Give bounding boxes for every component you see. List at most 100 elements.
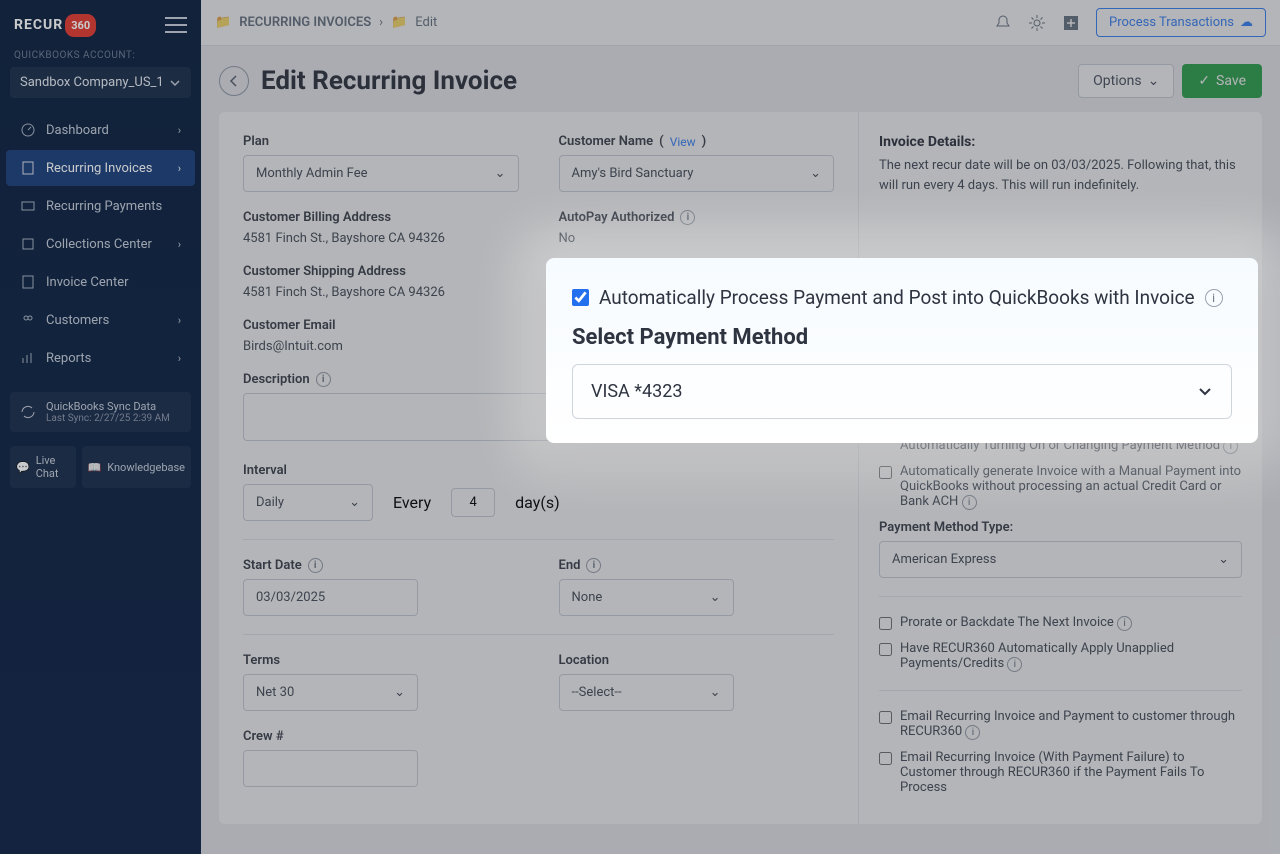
payment-method-select[interactable]: VISA *4323 [572,364,1232,419]
sidebar-item-label: Collections Center [46,237,152,252]
start-date-input[interactable]: 03/03/2025 [243,579,418,616]
options-label: Options [1093,73,1141,89]
plan-select[interactable]: Monthly Admin Fee⌄ [243,155,519,192]
users-icon [20,312,36,328]
chevron-right-icon: › [178,124,181,137]
page-header: Edit Recurring Invoice Options⌄ ✓Save [201,46,1280,112]
interval-value: Daily [256,495,284,510]
chevron-down-icon: ⌄ [1218,552,1229,567]
chevron-down-icon: ⌄ [394,685,405,700]
logo-text: RECUR [14,17,63,33]
customer-label: Customer Name (View) [559,134,835,149]
sidebar-item-dashboard[interactable]: Dashboard › [6,112,195,148]
live-chat-button[interactable]: 💬Live Chat [10,446,76,488]
save-label: Save [1216,73,1246,89]
qb-account-select[interactable]: Sandbox Company_US_1 [10,67,191,98]
sidebar-item-recurring-invoices[interactable]: Recurring Invoices › [6,150,195,186]
end-select[interactable]: None⌄ [559,579,734,616]
sidebar: RECUR 360 QUICKBOOKS ACCOUNT: Sandbox Co… [0,0,201,854]
checkbox-email-invoice[interactable]: Email Recurring Invoice and Payment to c… [879,709,1242,740]
interval-select[interactable]: Daily⌄ [243,484,373,521]
breadcrumb-root[interactable]: RECURRING INVOICES [239,15,371,30]
checkbox-label: Email Recurring Invoice (With Payment Fa… [900,750,1242,795]
collections-icon [20,236,36,252]
interval-number-input[interactable] [451,488,495,517]
info-icon[interactable]: i [308,558,323,573]
sidebar-item-customers[interactable]: Customers › [6,302,195,338]
checkbox-input[interactable] [879,752,892,765]
logo-badge: 360 [65,14,96,37]
sidebar-item-label: Dashboard [46,123,109,138]
every-label: Every [393,493,431,512]
autopay-label: AutoPay Authorizedi [559,210,835,225]
info-icon[interactable]: i [1205,289,1223,307]
crew-label: Crew # [243,729,834,744]
qb-account-label: QUICKBOOKS ACCOUNT: [0,50,201,61]
sidebar-item-collections-center[interactable]: Collections Center › [6,226,195,262]
logo: RECUR 360 [14,14,96,37]
info-icon[interactable]: i [680,210,695,225]
customer-view-link[interactable]: View [670,135,696,149]
info-icon[interactable]: i [1007,657,1022,672]
card-icon [20,198,36,214]
end-label: Endi [559,558,835,573]
location-label: Location [559,653,835,668]
plan-value: Monthly Admin Fee [256,166,368,181]
billing-label: Customer Billing Address [243,210,519,225]
checkbox-label: Prorate or Backdate The Next Invoice [900,615,1114,630]
crew-input[interactable] [243,750,418,787]
info-icon[interactable]: i [316,372,331,387]
save-button[interactable]: ✓Save [1182,64,1262,98]
payment-method-type-select[interactable]: American Express⌄ [879,541,1242,578]
breadcrumb: 📁 RECURRING INVOICES › 📁 Edit [215,15,437,30]
terms-label: Terms [243,653,519,668]
knowledgebase-button[interactable]: 📖Knowledgebase [82,446,192,488]
auto-process-checkbox[interactable] [572,289,589,306]
chevron-down-icon [169,77,181,89]
chevron-right-icon: › [379,15,383,30]
customer-select[interactable]: Amy's Bird Sanctuary⌄ [559,155,835,192]
location-select[interactable]: --Select--⌄ [559,674,734,711]
checkbox-input[interactable] [879,466,892,479]
select-payment-method-label: Select Payment Method [572,325,1232,350]
folder-icon: 📁 [215,15,231,30]
process-transactions-button[interactable]: Process Transactions☁ [1096,8,1266,37]
chat-icon: 💬 [16,461,30,474]
sidebar-item-invoice-center[interactable]: Invoice Center [6,264,195,300]
plus-box-icon[interactable] [1062,14,1080,32]
book-icon: 📖 [88,461,102,474]
hamburger-icon[interactable] [165,12,187,38]
plan-label: Plan [243,134,519,149]
checkbox-input[interactable] [879,643,892,656]
info-icon[interactable]: i [586,558,601,573]
info-icon[interactable]: i [962,495,977,510]
folder-icon: 📁 [391,15,407,30]
breadcrumb-current: Edit [415,15,437,30]
divider [243,634,834,635]
auto-process-label: Automatically Process Payment and Post i… [599,286,1195,309]
terms-select[interactable]: Net 30⌄ [243,674,418,711]
checkbox-input[interactable] [879,617,892,630]
checkbox-input[interactable] [879,711,892,724]
info-icon[interactable]: i [1117,616,1132,631]
gear-icon[interactable] [1028,14,1046,32]
divider [243,539,834,540]
info-icon[interactable]: i [965,725,980,740]
checkbox-email-failure[interactable]: Email Recurring Invoice (With Payment Fa… [879,750,1242,795]
gauge-icon [20,122,36,138]
sidebar-item-recurring-payments[interactable]: Recurring Payments [6,188,195,224]
autopay-value: No [559,231,835,246]
options-button[interactable]: Options⌄ [1078,64,1174,98]
checkbox-label: Email Recurring Invoice and Payment to c… [900,709,1235,739]
checkbox-prorate[interactable]: Prorate or Backdate The Next Invoice i [879,615,1242,631]
page-title: Edit Recurring Invoice [261,66,517,96]
chevron-right-icon: › [178,352,181,365]
receipt-icon [20,274,36,290]
checkbox-manual[interactable]: Automatically generate Invoice with a Ma… [879,464,1242,510]
sidebar-item-reports[interactable]: Reports › [6,340,195,376]
chevron-down-icon: ⌄ [810,166,821,181]
checkbox-unapplied[interactable]: Have RECUR360 Automatically Apply Unappl… [879,641,1242,672]
sync-status[interactable]: QuickBooks Sync Data Last Sync: 2/27/25 … [10,392,191,432]
bell-icon[interactable] [994,14,1012,32]
back-button[interactable] [219,66,249,96]
